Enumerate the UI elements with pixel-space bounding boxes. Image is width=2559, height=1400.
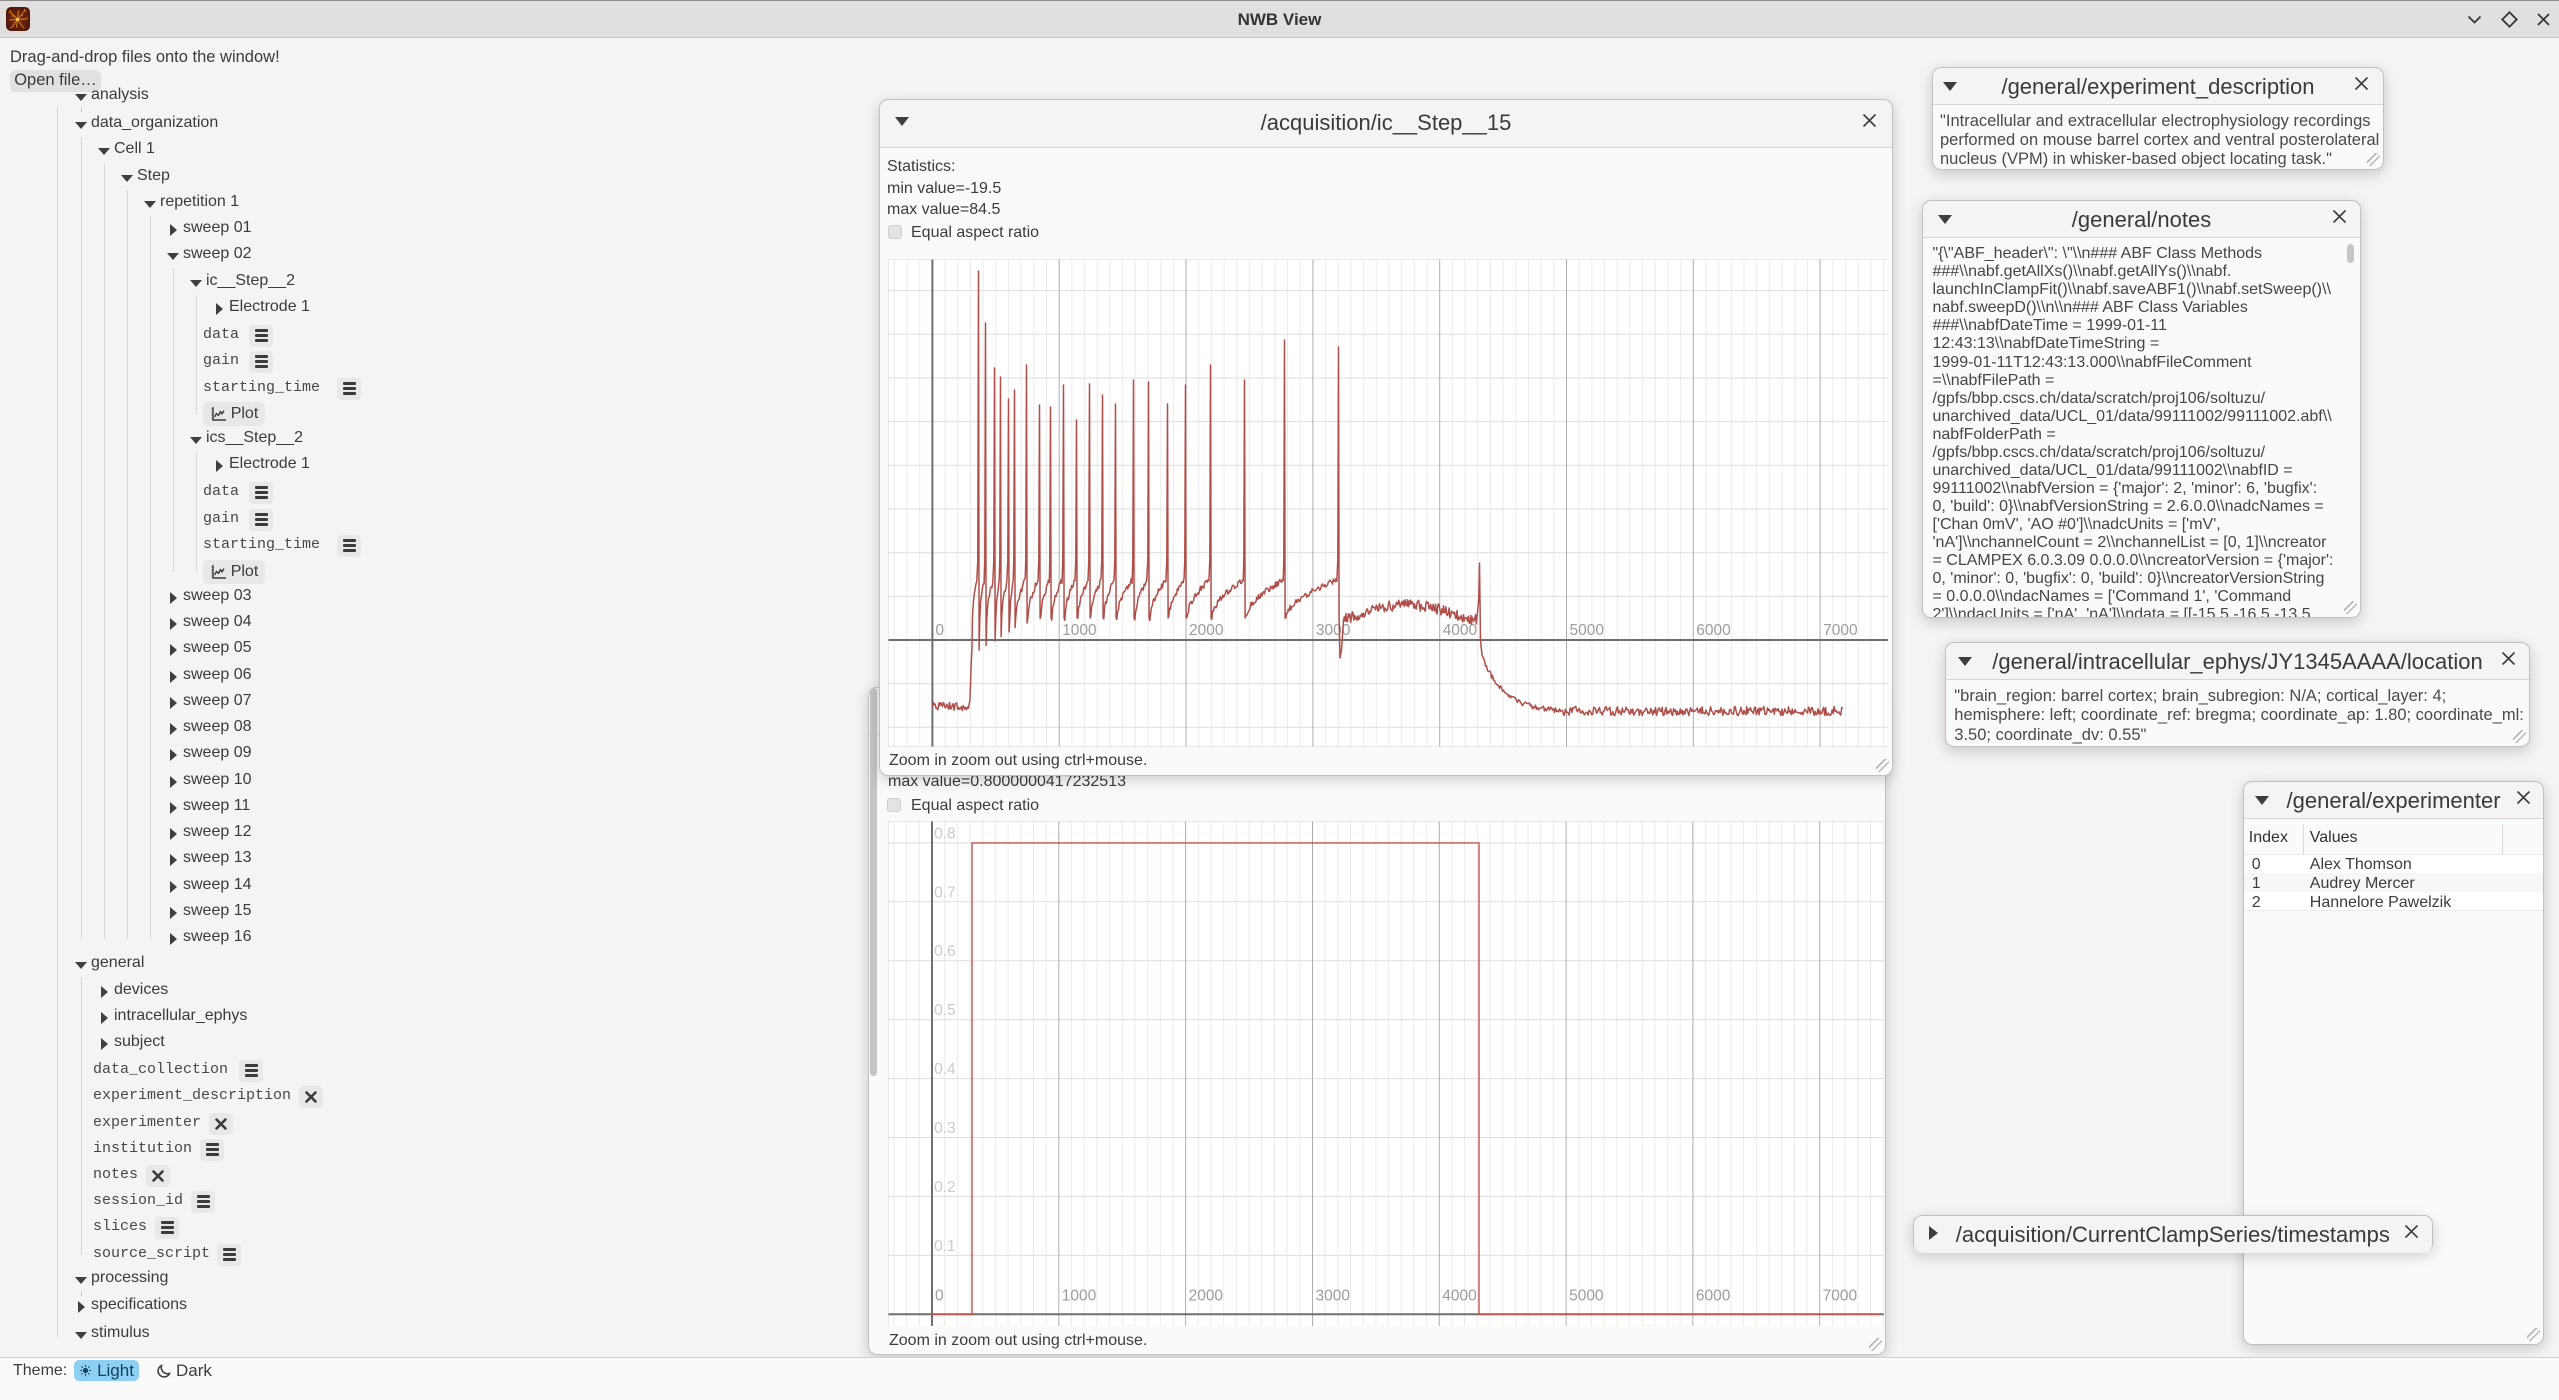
svg-text:2000: 2000: [1189, 622, 1224, 639]
svg-text:5000: 5000: [1569, 622, 1604, 639]
svg-text:0: 0: [935, 1287, 944, 1304]
svg-text:3000: 3000: [1315, 1287, 1349, 1304]
svg-text:0.2: 0.2: [934, 1178, 956, 1195]
svg-text:0.4: 0.4: [934, 1061, 956, 1078]
svg-text:0.3: 0.3: [934, 1120, 956, 1137]
svg-text:1000: 1000: [1062, 622, 1097, 639]
svg-text:1000: 1000: [1062, 1287, 1096, 1304]
svg-text:0.7: 0.7: [934, 884, 956, 901]
svg-text:4000: 4000: [1442, 1287, 1476, 1304]
svg-text:3000: 3000: [1315, 622, 1350, 639]
svg-text:0.8: 0.8: [934, 825, 956, 842]
svg-text:2000: 2000: [1188, 1287, 1222, 1304]
svg-text:0.5: 0.5: [934, 1002, 956, 1019]
svg-text:4000: 4000: [1442, 622, 1477, 639]
svg-text:6000: 6000: [1696, 1287, 1730, 1304]
svg-text:6000: 6000: [1696, 622, 1731, 639]
svg-text:5000: 5000: [1569, 1287, 1603, 1304]
svg-text:0.6: 0.6: [934, 943, 956, 960]
svg-text:7000: 7000: [1823, 1287, 1857, 1304]
svg-text:0.1: 0.1: [934, 1237, 956, 1254]
svg-text:7000: 7000: [1823, 622, 1858, 639]
svg-text:0: 0: [935, 622, 944, 639]
